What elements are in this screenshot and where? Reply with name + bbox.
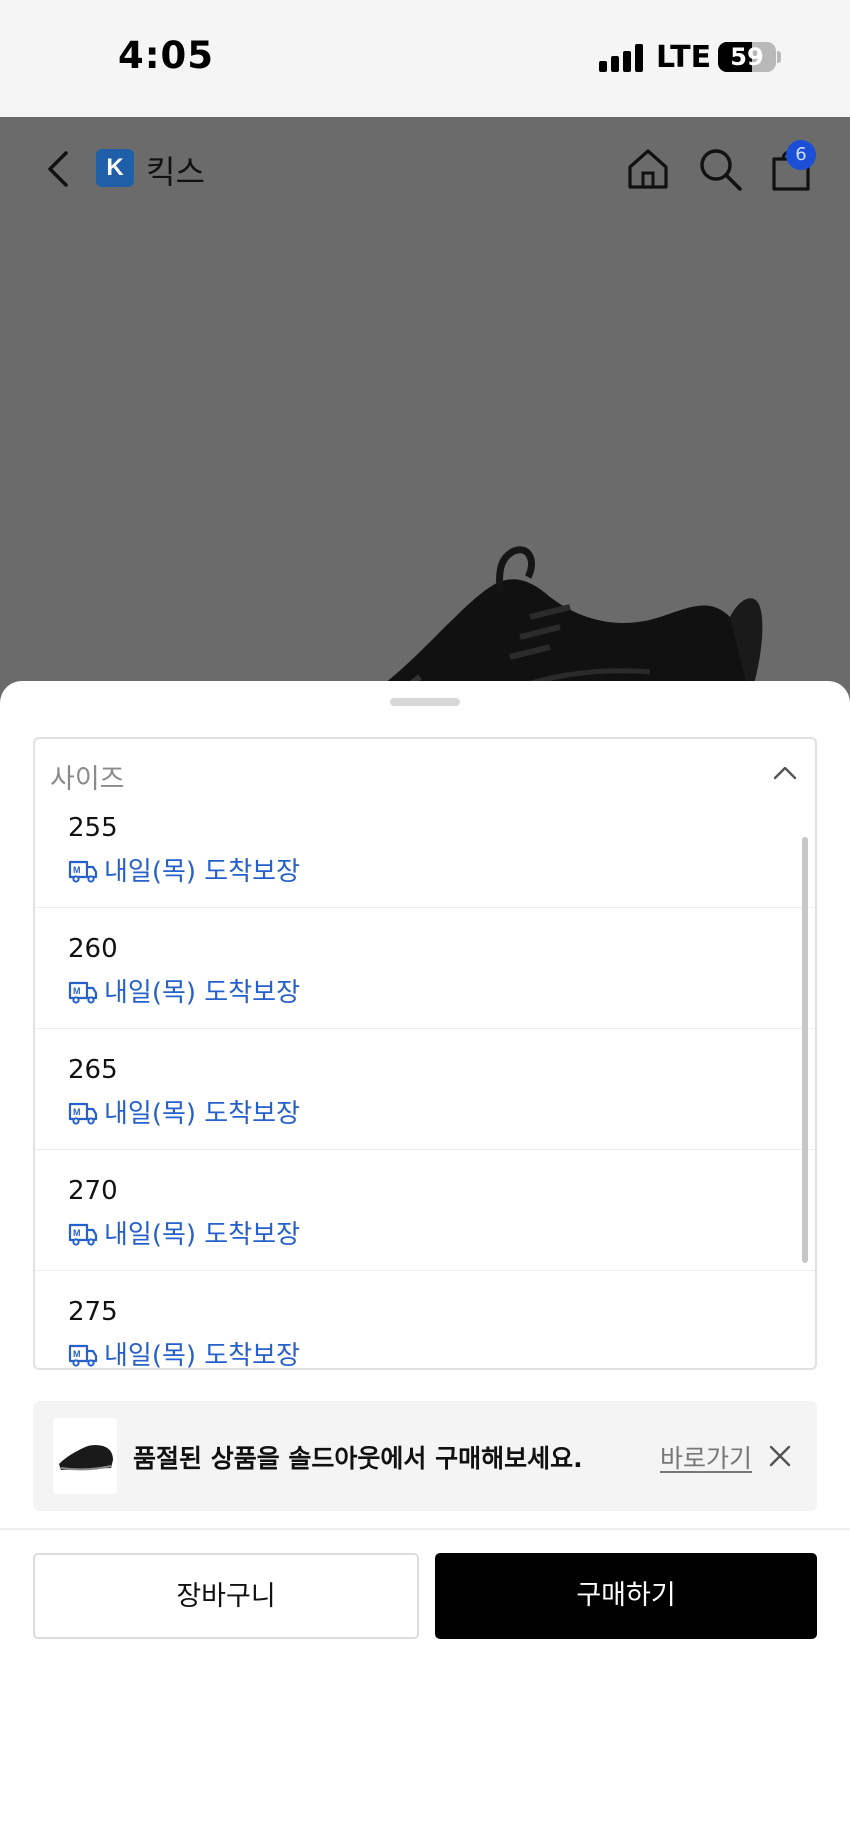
svg-text:M: M [73, 1349, 81, 1359]
option-size-label: 260 [68, 934, 118, 964]
battery-percent: 59 [730, 43, 764, 71]
delivery-truck-icon: M [68, 1344, 98, 1367]
option-delivery-text: 내일(목) 도착보장 [104, 1099, 300, 1129]
size-option-list[interactable]: 255 M 내일(목) 도착보장 260 M 내일(목) 도착보장 265 M 내일(… [33, 807, 817, 1370]
option-delivery-info: M 내일(목) 도착보장 [68, 1214, 300, 1251]
svg-text:M: M [73, 986, 81, 996]
brand-name[interactable]: 킥스 [146, 147, 205, 193]
soldout-banner: 품절된 상품을 솔드아웃에서 구매해보세요. 바로가기 [33, 1401, 817, 1511]
size-option-255[interactable]: 255 M 내일(목) 도착보장 [35, 807, 815, 908]
option-delivery-text: 내일(목) 도착보장 [104, 857, 300, 887]
delivery-truck-icon: M [68, 981, 98, 1004]
option-delivery-info: M 내일(목) 도착보장 [68, 851, 300, 888]
size-dropdown-label: 사이즈 [50, 764, 125, 795]
sheet-drag-handle[interactable] [390, 698, 460, 706]
network-label: LTE [656, 40, 712, 75]
option-delivery-info: M 내일(목) 도착보장 [68, 1093, 300, 1130]
chevron-up-icon[interactable] [771, 759, 799, 787]
chevron-left-icon[interactable] [38, 147, 78, 191]
option-size-label: 270 [68, 1176, 118, 1206]
brand-logo[interactable]: K [96, 149, 134, 187]
size-option-270[interactable]: 270 M 내일(목) 도착보장 [35, 1150, 815, 1271]
signal-icon [599, 44, 643, 72]
close-icon[interactable] [766, 1442, 794, 1470]
delivery-truck-icon: M [68, 1102, 98, 1125]
option-delivery-text: 내일(목) 도착보장 [104, 978, 300, 1008]
svg-text:M: M [73, 1107, 81, 1117]
list-scrollbar[interactable] [802, 837, 808, 1263]
top-nav: K 킥스 6 [0, 117, 850, 221]
option-size-label: 255 [68, 813, 118, 843]
status-bar: 4:05 LTE 59 [0, 0, 850, 117]
battery-icon: 59 [718, 42, 776, 72]
search-icon[interactable] [696, 145, 744, 193]
svg-text:M: M [73, 1228, 81, 1238]
divider [0, 1528, 850, 1530]
svg-text:M: M [73, 865, 81, 875]
size-option-265[interactable]: 265 M 내일(목) 도착보장 [35, 1029, 815, 1150]
option-size-label: 275 [68, 1297, 118, 1327]
option-delivery-info: M 내일(목) 도착보장 [68, 972, 300, 1009]
option-bottom-sheet: 사이즈 255 M 내일(목) 도착보장 260 M 내일(목) 도착보장 265 … [0, 681, 850, 1842]
cart-count-badge: 6 [786, 140, 816, 170]
option-delivery-text: 내일(목) 도착보장 [104, 1220, 300, 1250]
home-icon[interactable] [624, 145, 672, 193]
delivery-truck-icon: M [68, 1223, 98, 1246]
option-delivery-text: 내일(목) 도착보장 [104, 1341, 300, 1370]
option-size-label: 265 [68, 1055, 118, 1085]
size-option-275[interactable]: 275 M 내일(목) 도착보장 [35, 1271, 815, 1370]
size-option-260[interactable]: 260 M 내일(목) 도착보장 [35, 908, 815, 1029]
size-dropdown[interactable]: 사이즈 [33, 737, 817, 809]
product-thumbnail [53, 1418, 117, 1494]
delivery-truck-icon: M [68, 860, 98, 883]
add-to-cart-button[interactable]: 장바구니 [33, 1553, 419, 1639]
soldout-banner-link[interactable]: 바로가기 [660, 1439, 752, 1475]
status-time: 4:05 [118, 34, 215, 77]
option-delivery-info: M 내일(목) 도착보장 [68, 1335, 300, 1370]
buy-now-button[interactable]: 구매하기 [435, 1553, 817, 1639]
battery-tip [777, 51, 781, 63]
soldout-banner-text: 품절된 상품을 솔드아웃에서 구매해보세요. [133, 1444, 583, 1473]
